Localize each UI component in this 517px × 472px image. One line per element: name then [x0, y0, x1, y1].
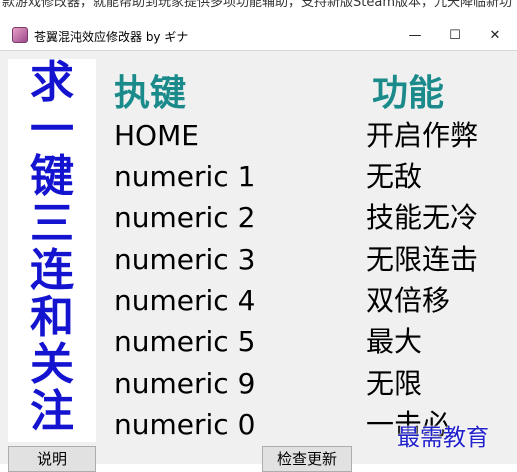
maximize-button[interactable]: ☐ [435, 22, 475, 50]
table-row: HOME 开启作弊 [0, 116, 517, 156]
banner-char: 求 [30, 57, 74, 108]
table-row: numeric 2 技能无冷 [0, 198, 517, 238]
table-row: numeric 1 无敌 [0, 157, 517, 197]
hotkey-label: numeric 2 [114, 201, 256, 234]
function-label: 无敌 [366, 160, 423, 193]
window-title: 苍翼混沌效应修改器 by ギナ [34, 30, 189, 44]
function-label: 无限连击 [366, 243, 479, 276]
table-row: numeric 9 无限 [0, 364, 517, 404]
table-row: numeric 5 最大 [0, 322, 517, 362]
hotkey-label: numeric 5 [114, 325, 256, 358]
background-page-strip: 款游戏修改器，就能帮助到玩家提供多项功能辅助，支持新版Steam版本，九天降临新… [0, 0, 517, 22]
hotkey-label: numeric 0 [114, 408, 256, 441]
minimize-button[interactable]: — [395, 22, 435, 50]
function-label: 技能无冷 [366, 201, 479, 234]
help-button[interactable]: 说明 [8, 446, 96, 472]
title-bar[interactable]: 苍翼混沌效应修改器 by ギナ — ☐ ✕ [0, 22, 517, 50]
function-label: 最大 [366, 325, 423, 358]
function-label: 双倍移 [366, 284, 451, 317]
check-update-button[interactable]: 检查更新 [262, 446, 352, 472]
hotkey-label: numeric 3 [114, 243, 256, 276]
hotkey-label: HOME [114, 119, 199, 152]
function-label: 无限 [366, 367, 423, 400]
table-row: numeric 4 双倍移 [0, 281, 517, 321]
function-label: 开启作弊 [366, 119, 479, 152]
hotkey-label: numeric 9 [114, 367, 256, 400]
table-row: numeric 3 无限连击 [0, 240, 517, 280]
close-button[interactable]: ✕ [475, 22, 515, 50]
hotkey-label: numeric 1 [114, 160, 256, 193]
function-column-header: 功能 [372, 73, 445, 114]
background-page-text: 款游戏修改器，就能帮助到玩家提供多项功能辅助，支持新版Steam版本，九天降临新… [2, 0, 512, 10]
key-column-header: 执键 [114, 73, 187, 114]
app-icon [12, 27, 28, 43]
hotkey-label: numeric 4 [114, 284, 256, 317]
watermark: 最需教育 [397, 425, 489, 451]
